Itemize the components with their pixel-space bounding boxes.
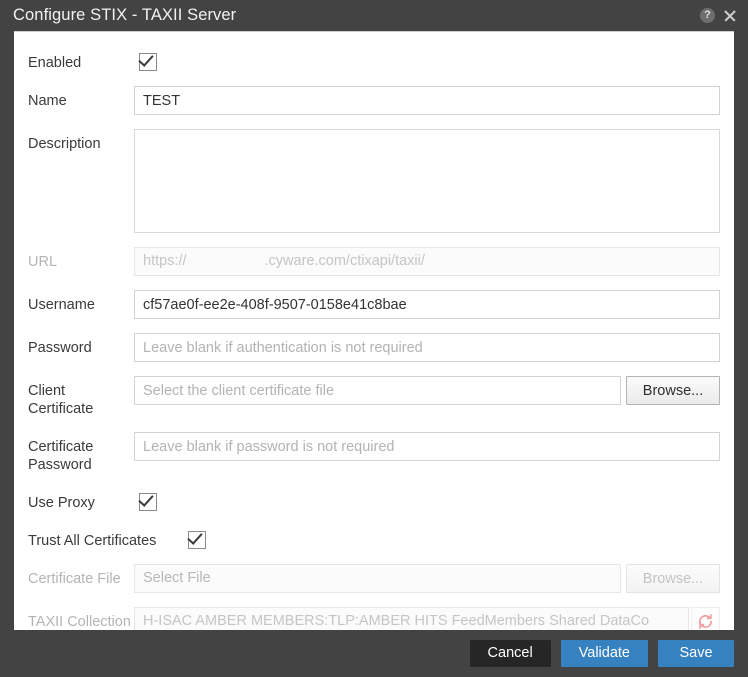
username-label: Username	[14, 290, 134, 314]
help-circle-icon[interactable]: ?	[700, 8, 715, 23]
use-proxy-label: Use Proxy	[14, 488, 134, 512]
row-taxii-collection: TAXII Collection H-ISAC AMBER MEMBERS:TL…	[14, 607, 734, 630]
trust-all-certificates-checkbox[interactable]	[188, 531, 206, 549]
enabled-checkbox[interactable]	[139, 53, 157, 71]
row-use-proxy: Use Proxy	[14, 488, 734, 512]
row-password: Password	[14, 333, 734, 362]
password-control	[134, 333, 720, 362]
certificate-file-label: Certificate File	[14, 564, 134, 588]
use-proxy-control	[134, 488, 720, 511]
use-proxy-checkbox[interactable]	[139, 493, 157, 511]
username-control	[134, 290, 720, 319]
save-button[interactable]: Save	[658, 640, 734, 667]
taxii-collection-refresh-button[interactable]	[691, 607, 720, 630]
row-url: URL https:// .cyware.com/ctixapi/taxii/	[14, 247, 734, 276]
name-label: Name	[14, 86, 134, 110]
enabled-label: Enabled	[14, 48, 134, 72]
url-suffix: .cyware.com/ctixapi/taxii/	[265, 248, 425, 275]
dialog-form: Enabled Name Description URL https://.c	[14, 31, 734, 630]
client-certificate-input[interactable]	[134, 376, 621, 405]
certificate-file-control: Select File Browse...	[134, 564, 720, 593]
row-name: Name	[14, 86, 734, 115]
url-input: https:// .cyware.com/ctixapi/taxii/	[134, 247, 720, 276]
certificate-password-label-line2: Password	[28, 456, 134, 474]
certificate-file-browse-button: Browse...	[626, 564, 720, 593]
url-control: https:// .cyware.com/ctixapi/taxii/	[134, 247, 720, 276]
certificate-file-placeholder: Select File	[143, 565, 211, 592]
trust-all-certificates-control	[188, 526, 720, 549]
name-control	[134, 86, 720, 115]
certificate-password-input[interactable]	[134, 432, 720, 461]
url-redacted-block	[187, 255, 265, 269]
row-description: Description	[14, 129, 734, 233]
enabled-control	[134, 48, 720, 71]
row-certificate-password: Certificate Password	[14, 432, 734, 474]
client-certificate-label: Client Certificate	[14, 376, 134, 418]
taxii-collection-label: TAXII Collection	[14, 607, 134, 630]
taxii-collection-control: H-ISAC AMBER MEMBERS:TLP:AMBER HITS Feed…	[134, 607, 720, 630]
row-enabled: Enabled	[14, 48, 734, 72]
certificate-password-control	[134, 432, 720, 461]
url-label: URL	[14, 247, 134, 271]
row-certificate-file: Certificate File Select File Browse...	[14, 564, 734, 593]
taxii-collection-input: H-ISAC AMBER MEMBERS:TLP:AMBER HITS Feed…	[134, 607, 689, 630]
description-label: Description	[14, 129, 134, 153]
validate-button[interactable]: Validate	[561, 640, 648, 667]
row-trust-all-certificates: Trust All Certificates	[14, 526, 734, 550]
description-textarea[interactable]	[134, 129, 720, 233]
dialog-titlebar: Configure STIX - TAXII Server ?	[0, 0, 748, 31]
certificate-password-label: Certificate Password	[14, 432, 134, 474]
trust-all-certificates-label: Trust All Certificates	[14, 526, 188, 550]
password-input[interactable]	[134, 333, 720, 362]
dialog-title: Configure STIX - TAXII Server	[13, 6, 700, 25]
row-client-certificate: Client Certificate Browse...	[14, 376, 734, 418]
close-icon[interactable]	[722, 8, 738, 24]
name-input[interactable]	[134, 86, 720, 115]
username-input[interactable]	[134, 290, 720, 319]
client-certificate-control: Browse...	[134, 376, 720, 405]
password-label: Password	[14, 333, 134, 357]
row-username: Username	[14, 290, 734, 319]
cancel-button[interactable]: Cancel	[470, 640, 551, 667]
refresh-icon	[697, 613, 714, 630]
client-certificate-browse-button[interactable]: Browse...	[626, 376, 720, 405]
configure-stix-taxii-dialog: Configure STIX - TAXII Server ? Enabled …	[0, 0, 748, 677]
description-control	[134, 129, 720, 233]
certificate-password-label-line1: Certificate	[28, 438, 134, 456]
taxii-collection-value: H-ISAC AMBER MEMBERS:TLP:AMBER HITS Feed…	[143, 608, 649, 630]
titlebar-actions: ?	[700, 8, 738, 24]
certificate-file-input: Select File	[134, 564, 621, 593]
url-prefix: https://	[143, 248, 187, 275]
dialog-footer: Cancel Validate Save	[0, 630, 748, 677]
